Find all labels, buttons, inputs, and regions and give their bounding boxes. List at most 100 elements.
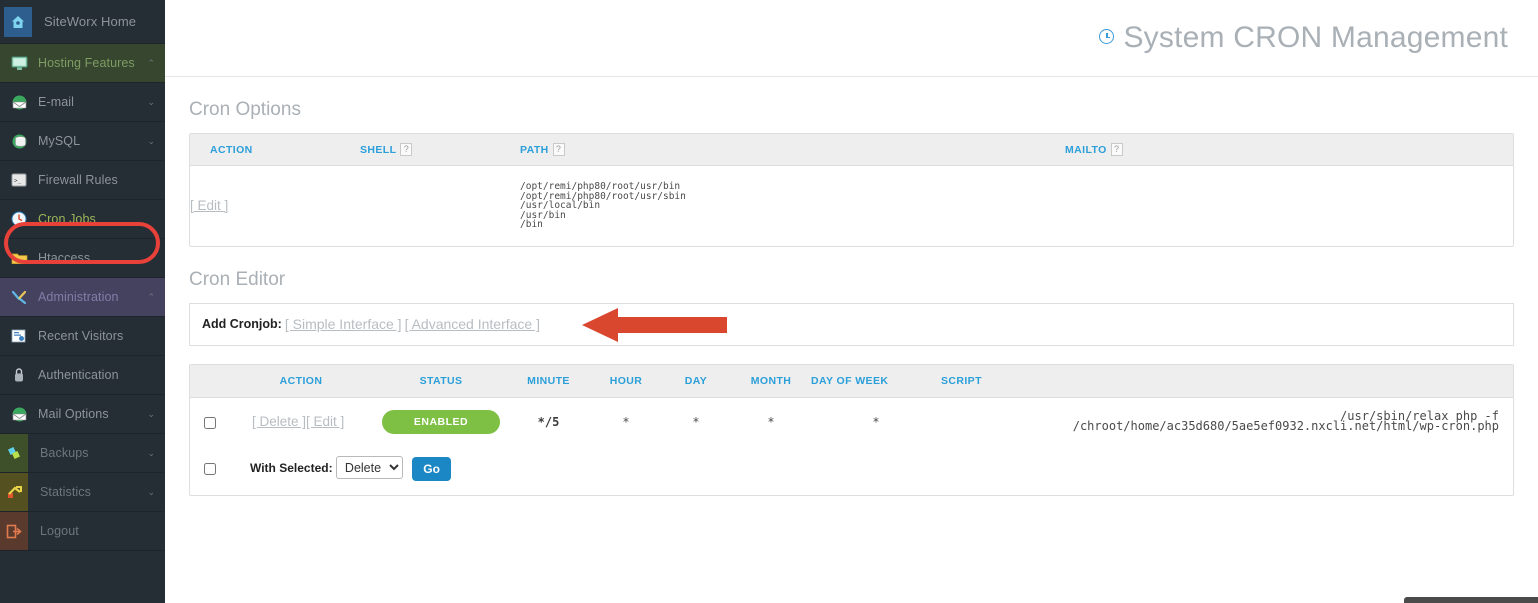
clock-icon bbox=[8, 208, 30, 230]
sidebar-item-mail-options[interactable]: Mail Options ⌄ bbox=[0, 395, 165, 434]
sidebar-item-label: Logout bbox=[40, 524, 79, 538]
cron-jobs-panel: ACTION STATUS MINUTE HOUR DAY MONTH DAY … bbox=[189, 363, 1514, 496]
table-row: [ Edit ] /opt/remi/php80/root/usr/bin /o… bbox=[190, 166, 1513, 246]
column-header-path: PATH? bbox=[520, 134, 1065, 166]
logout-icon bbox=[0, 512, 28, 550]
table-header-row: ACTION STATUS MINUTE HOUR DAY MONTH DAY … bbox=[190, 364, 1513, 398]
sidebar-item-label: Authentication bbox=[38, 368, 119, 382]
shell-help-icon[interactable]: ? bbox=[400, 143, 413, 156]
cell-hour: * bbox=[622, 414, 630, 429]
cron-options-heading: Cron Options bbox=[189, 99, 301, 120]
advanced-interface-link[interactable]: [ Advanced Interface ] bbox=[405, 316, 540, 332]
lock-icon bbox=[8, 364, 30, 386]
sidebar-item-label: E-mail bbox=[38, 95, 75, 109]
annotation-arrow bbox=[582, 307, 727, 342]
column-header-action: ACTION bbox=[190, 134, 360, 166]
column-header-mailto: MAILTO? bbox=[1065, 134, 1513, 166]
column-header-minute: MINUTE bbox=[506, 364, 591, 398]
sidebar-item-administration[interactable]: Administration ⌃ bbox=[0, 278, 165, 317]
sidebar-item-label: Firewall Rules bbox=[38, 173, 118, 187]
column-header-day-of-week: DAY OF WEEK bbox=[811, 364, 941, 398]
cell-action: [ Edit ] bbox=[190, 166, 360, 246]
column-header-script: SCRIPT bbox=[941, 364, 1513, 398]
add-cronjob-bar: Add Cronjob: [ Simple Interface ] [ Adva… bbox=[189, 302, 1514, 346]
cell-select-all bbox=[190, 446, 226, 495]
chevron-down-icon[interactable]: ⌄ bbox=[147, 136, 155, 147]
cron-options-table: ACTION SHELL? PATH? MAILTO? [ Edit ] /op… bbox=[190, 134, 1513, 246]
sidebar-item-label: Cron Jobs bbox=[38, 212, 96, 226]
page-title: System CRON Management bbox=[1099, 21, 1508, 55]
cron-jobs-table: ACTION STATUS MINUTE HOUR DAY MONTH DAY … bbox=[190, 364, 1513, 495]
terminal-icon: >_ bbox=[8, 169, 30, 191]
chevron-down-icon[interactable]: ⌄ bbox=[147, 97, 155, 108]
chevron-down-icon[interactable]: ⌄ bbox=[147, 448, 155, 459]
sidebar-item-mysql[interactable]: MySQL ⌄ bbox=[0, 122, 165, 161]
database-icon bbox=[8, 130, 30, 152]
sidebar-item-logout[interactable]: Logout bbox=[0, 512, 165, 551]
page-header: System CRON Management bbox=[165, 0, 1538, 77]
cell-month: * bbox=[767, 414, 775, 429]
edit-cronjob-link[interactable]: [ Edit ] bbox=[306, 414, 344, 429]
cell-path: /opt/remi/php80/root/usr/bin /opt/remi/p… bbox=[520, 181, 686, 231]
sidebar-item-email[interactable]: E-mail ⌄ bbox=[0, 83, 165, 122]
cell-day-of-week: * bbox=[872, 414, 880, 429]
bulk-action-select[interactable]: Delete bbox=[335, 455, 403, 479]
sidebar-item-hosting-features[interactable]: Hosting Features ⌃ bbox=[0, 44, 165, 83]
status-badge: ENABLED bbox=[382, 409, 500, 434]
sidebar-item-cron-jobs[interactable]: Cron Jobs bbox=[0, 200, 165, 239]
row-select-checkbox[interactable] bbox=[204, 416, 216, 429]
mailto-help-icon[interactable]: ? bbox=[1110, 143, 1123, 156]
monitor-icon bbox=[8, 52, 30, 74]
visitors-icon bbox=[8, 325, 30, 347]
sidebar-item-htaccess[interactable]: Htaccess bbox=[0, 239, 165, 278]
clock-icon bbox=[1099, 29, 1115, 44]
column-header-action: ACTION bbox=[226, 364, 376, 398]
sidebar-item-firewall-rules[interactable]: >_ Firewall Rules bbox=[0, 161, 165, 200]
select-all-checkbox[interactable] bbox=[204, 463, 216, 476]
edit-cron-options-link[interactable]: [ Edit ] bbox=[190, 198, 228, 213]
simple-interface-link[interactable]: [ Simple Interface ] bbox=[285, 316, 402, 332]
cron-options-panel: ACTION SHELL? PATH? MAILTO? [ Edit ] /op… bbox=[189, 133, 1514, 247]
table-footer-row: With Selected: Delete Go bbox=[190, 446, 1513, 495]
sidebar-item-authentication[interactable]: Authentication bbox=[0, 356, 165, 395]
with-selected-label: With Selected: bbox=[250, 460, 333, 475]
sidebar-item-label: Statistics bbox=[40, 485, 92, 499]
svg-text:>_: >_ bbox=[14, 178, 22, 185]
chevron-up-icon[interactable]: ⌃ bbox=[147, 58, 155, 69]
cell-bulk-actions: With Selected: Delete Go bbox=[226, 446, 1513, 495]
sidebar-item-label: MySQL bbox=[38, 134, 81, 148]
column-header-status: STATUS bbox=[376, 364, 506, 398]
add-cronjob-label: Add Cronjob: bbox=[202, 317, 282, 332]
sidebar-item-label: Recent Visitors bbox=[38, 329, 124, 343]
table-row: [ Delete ][ Edit ] ENABLED */5 * * * * /… bbox=[190, 397, 1513, 446]
content-area: Cron Options ACTION SHELL? PATH? MAILTO? bbox=[165, 99, 1538, 496]
cell-shell bbox=[360, 166, 520, 246]
sidebar-item-recent-visitors[interactable]: Recent Visitors bbox=[0, 317, 165, 356]
chevron-down-icon[interactable]: ⌄ bbox=[147, 409, 155, 420]
cell-day: * bbox=[692, 414, 700, 429]
chevron-down-icon[interactable]: ⌄ bbox=[147, 487, 155, 498]
column-header-shell: SHELL? bbox=[360, 134, 520, 166]
bottom-notification-bar[interactable] bbox=[1404, 597, 1538, 603]
column-header-select bbox=[190, 364, 226, 398]
delete-cronjob-link[interactable]: [ Delete ] bbox=[252, 414, 306, 429]
cell-mailto bbox=[1065, 166, 1513, 246]
path-help-icon[interactable]: ? bbox=[552, 143, 565, 156]
cron-editor-heading: Cron Editor bbox=[189, 268, 286, 290]
sidebar-item-siteworx-home[interactable]: SiteWorx Home bbox=[0, 0, 165, 44]
sidebar-item-statistics[interactable]: Statistics ⌄ bbox=[0, 473, 165, 512]
folder-icon bbox=[8, 247, 30, 269]
chevron-up-icon[interactable]: ⌃ bbox=[147, 292, 155, 303]
backups-icon bbox=[0, 434, 28, 472]
cell-script: /usr/sbin/relax php -f /chroot/home/ac35… bbox=[1072, 409, 1499, 433]
sidebar-item-label: Backups bbox=[40, 446, 89, 460]
home-icon bbox=[4, 6, 32, 37]
sidebar-item-label: Hosting Features bbox=[38, 56, 135, 70]
column-header-hour: HOUR bbox=[591, 364, 661, 398]
cell-minute: */5 bbox=[537, 414, 560, 429]
main-content: System CRON Management Cron Options ACTI… bbox=[165, 0, 1538, 603]
go-button[interactable]: Go bbox=[412, 456, 451, 481]
page-root: SiteWorx Home Hosting Features ⌃ E-mail … bbox=[0, 0, 1538, 603]
sidebar-item-backups[interactable]: Backups ⌄ bbox=[0, 434, 165, 473]
cell-action: [ Delete ][ Edit ] bbox=[226, 397, 376, 446]
